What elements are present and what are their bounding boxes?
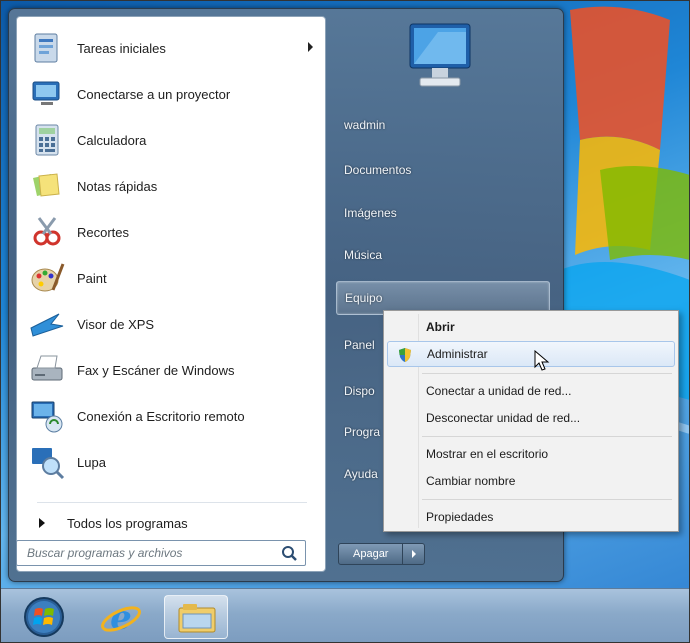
mouse-cursor-icon bbox=[534, 350, 550, 371]
paint-icon bbox=[31, 263, 65, 292]
program-label: Lupa bbox=[77, 454, 106, 470]
separator bbox=[422, 373, 672, 374]
right-link-label: Progra bbox=[344, 425, 381, 439]
program-label: Calculadora bbox=[77, 132, 147, 148]
all-programs-button[interactable]: Todos los programas bbox=[23, 507, 319, 539]
fax-scanner-icon bbox=[31, 355, 63, 381]
context-item-label: Conectar a unidad de red... bbox=[426, 384, 572, 398]
start-orb-icon bbox=[24, 597, 64, 637]
right-link-label: Ayuda bbox=[344, 467, 378, 481]
context-item-label: Cambiar nombre bbox=[426, 474, 516, 488]
getting-started-icon bbox=[34, 33, 58, 63]
svg-text:e: e bbox=[110, 598, 132, 638]
right-link-label: Documentos bbox=[344, 163, 412, 177]
program-label: Fax y Escáner de Windows bbox=[77, 362, 235, 378]
program-item-getting-started[interactable]: Tareas iniciales bbox=[23, 25, 319, 71]
program-item-xps-viewer[interactable]: Visor de XPS bbox=[23, 301, 319, 347]
program-label: Conexión a Escritorio remoto bbox=[77, 408, 245, 424]
right-link-music[interactable]: Música bbox=[336, 238, 550, 272]
calculator-icon bbox=[35, 124, 59, 156]
programs-pane: Tareas iniciales Conectarse a un proyect… bbox=[16, 16, 326, 572]
taskbar: e bbox=[0, 588, 690, 643]
program-item-paint[interactable]: Paint bbox=[23, 255, 319, 301]
user-picture-icon[interactable] bbox=[398, 18, 484, 94]
context-item-label: Abrir bbox=[426, 320, 455, 334]
separator bbox=[37, 502, 307, 503]
right-link-user[interactable]: wadmin bbox=[336, 108, 550, 142]
context-item-label: Administrar bbox=[427, 347, 488, 361]
program-item-remote-desktop[interactable]: Conexión a Escritorio remoto bbox=[23, 393, 319, 439]
search-input[interactable] bbox=[17, 542, 279, 564]
context-item-label: Desconectar unidad de red... bbox=[426, 411, 581, 425]
separator bbox=[422, 499, 672, 500]
context-item-disconnect-network-drive[interactable]: Desconectar unidad de red... bbox=[387, 405, 675, 431]
program-label: Visor de XPS bbox=[77, 316, 155, 332]
submenu-arrow-icon bbox=[308, 42, 313, 52]
context-item-show-on-desktop[interactable]: Mostrar en el escritorio bbox=[387, 441, 675, 467]
magnifier-icon bbox=[32, 448, 65, 480]
separator bbox=[422, 436, 672, 437]
context-item-label: Propiedades bbox=[426, 510, 494, 524]
windows-explorer-taskbar-button[interactable] bbox=[164, 595, 228, 639]
right-link-label: Imágenes bbox=[344, 206, 397, 220]
shield-icon bbox=[399, 348, 411, 362]
program-item-snipping-tool[interactable]: Recortes bbox=[23, 209, 319, 255]
right-link-label: Dispo bbox=[344, 384, 375, 398]
start-button[interactable] bbox=[22, 595, 66, 639]
context-item-label: Mostrar en el escritorio bbox=[426, 447, 549, 461]
search-box bbox=[16, 540, 306, 566]
context-item-properties[interactable]: Propiedades bbox=[387, 504, 675, 530]
context-item-rename[interactable]: Cambiar nombre bbox=[387, 468, 675, 494]
program-item-magnifier[interactable]: Lupa bbox=[23, 439, 319, 485]
right-link-label: Música bbox=[344, 248, 383, 262]
program-item-projector[interactable]: Conectarse a un proyector bbox=[23, 71, 319, 117]
shutdown-options-button[interactable] bbox=[403, 543, 426, 565]
right-link-label: Equipo bbox=[345, 291, 383, 305]
shutdown-group: Apagar bbox=[338, 543, 426, 565]
internet-explorer-taskbar-button[interactable]: e bbox=[96, 595, 146, 639]
right-link-label: wadmin bbox=[344, 118, 386, 132]
program-item-calculator[interactable]: Calculadora bbox=[23, 117, 319, 163]
program-label: Notas rápidas bbox=[77, 178, 158, 194]
all-programs-label: Todos los programas bbox=[67, 515, 188, 531]
program-item-sticky-notes[interactable]: Notas rápidas bbox=[23, 163, 319, 209]
program-label: Tareas iniciales bbox=[77, 40, 166, 56]
expand-arrow-icon bbox=[39, 518, 45, 528]
program-label: Paint bbox=[77, 270, 107, 286]
program-label: Conectarse a un proyector bbox=[77, 86, 231, 102]
projector-icon bbox=[32, 81, 60, 105]
context-item-open[interactable]: Abrir bbox=[387, 314, 675, 340]
shutdown-button[interactable]: Apagar bbox=[338, 543, 404, 565]
windows-explorer-icon bbox=[178, 604, 216, 633]
snipping-tool-icon bbox=[33, 217, 61, 246]
right-link-pictures[interactable]: Imágenes bbox=[336, 196, 550, 230]
right-link-label: Panel bbox=[344, 338, 375, 352]
program-label: Recortes bbox=[77, 224, 130, 240]
internet-explorer-icon: e bbox=[101, 598, 141, 638]
context-menu: Abrir Administrar Conectar a unidad de r… bbox=[383, 310, 679, 532]
chevron-right-icon bbox=[411, 550, 416, 558]
search-icon[interactable] bbox=[279, 543, 299, 563]
remote-desktop-icon bbox=[31, 401, 63, 433]
xps-viewer-icon bbox=[30, 313, 64, 337]
sticky-notes-icon bbox=[33, 173, 60, 197]
right-link-documents[interactable]: Documentos bbox=[336, 153, 550, 187]
context-item-manage[interactable]: Administrar bbox=[387, 341, 675, 367]
context-item-map-network-drive[interactable]: Conectar a unidad de red... bbox=[387, 378, 675, 404]
program-item-fax-scanner[interactable]: Fax y Escáner de Windows bbox=[23, 347, 319, 393]
